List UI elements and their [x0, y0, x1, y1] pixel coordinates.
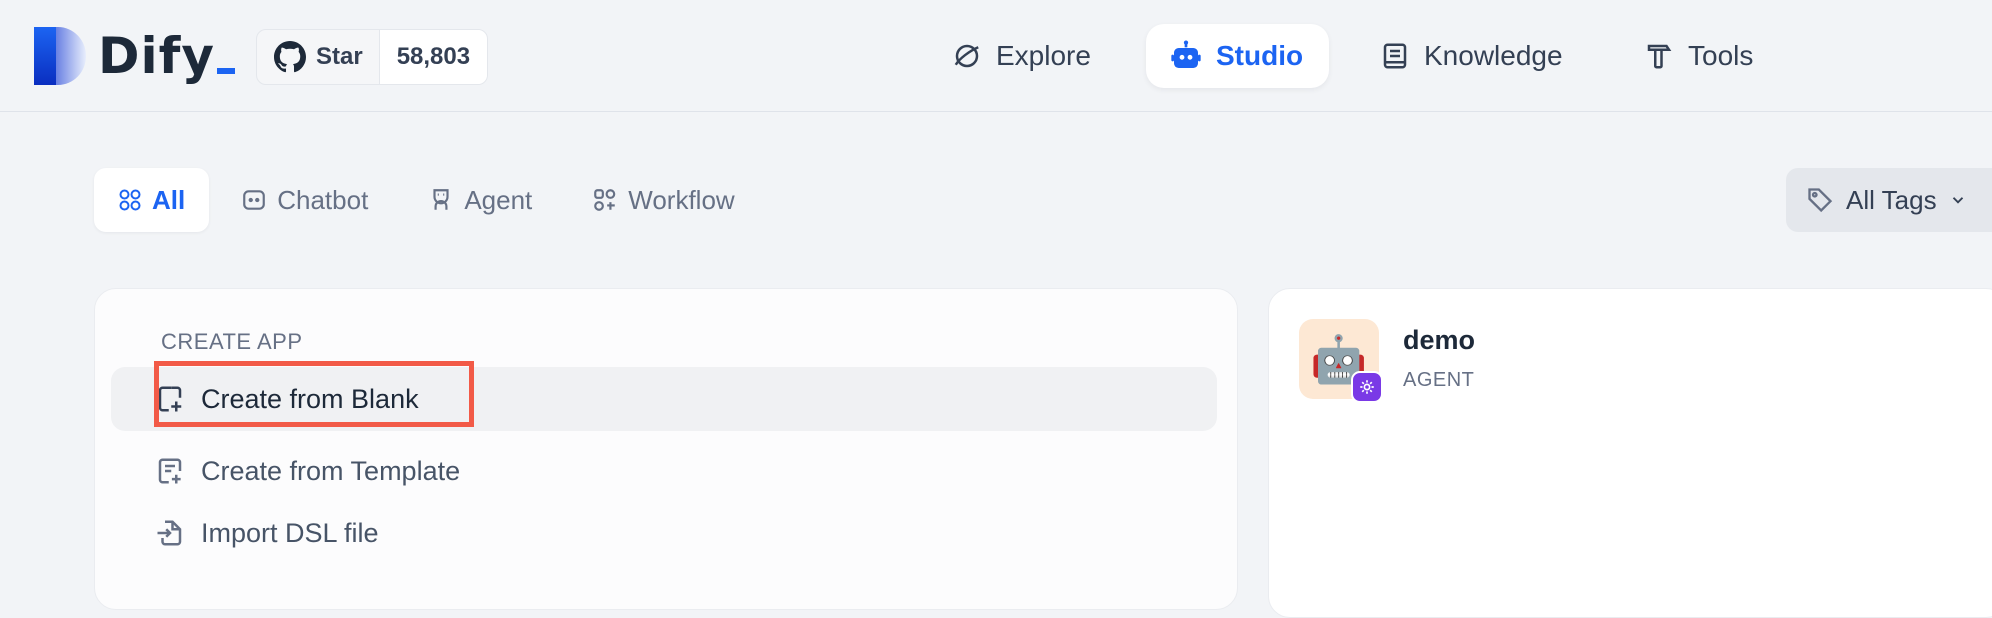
book-icon	[1383, 43, 1407, 69]
agent-icon	[433, 189, 449, 210]
tag-icon	[1808, 188, 1833, 213]
agent-badge-icon	[1351, 371, 1383, 403]
create-from-template-label: Create from Template	[201, 455, 461, 486]
nav-studio[interactable]: Studio	[1146, 24, 1329, 88]
github-star-count: 58,803	[378, 30, 488, 84]
all-tags-label: All Tags	[1846, 184, 1937, 215]
app-name: demo	[1403, 325, 1476, 355]
import-dsl-button[interactable]: Import DSL file	[111, 501, 1217, 565]
nav-explore[interactable]: Explore	[928, 24, 1115, 88]
app-type: AGENT	[1403, 369, 1475, 391]
highlight-box	[154, 361, 474, 427]
robot-icon	[1171, 40, 1201, 68]
template-icon	[158, 458, 182, 484]
create-app-title: CREATE APP	[161, 329, 303, 354]
chat-bubble-icon	[243, 190, 266, 210]
app-type-tabs: All Chatbot Agent Workflow	[94, 168, 759, 232]
hammer-icon	[1647, 44, 1672, 69]
workflow-icon	[594, 189, 616, 211]
dify-logo[interactable]: Dify	[34, 26, 235, 86]
all-tags-dropdown[interactable]: All Tags	[1786, 168, 1992, 232]
github-star-label: Star	[316, 43, 363, 70]
create-from-template-button[interactable]: Create from Template	[111, 439, 1217, 503]
tab-workflow[interactable]: Workflow	[568, 168, 758, 232]
import-file-icon	[157, 520, 182, 546]
chevron-down-icon	[1952, 197, 1963, 204]
app-card-demo[interactable]: 🤖 demo AGENT	[1268, 288, 1992, 618]
tab-all-label: All	[152, 184, 186, 215]
logo-underscore	[217, 68, 235, 74]
explore-icon	[954, 44, 979, 68]
logo-text: Dify	[98, 27, 215, 85]
gear-icon	[1360, 380, 1374, 394]
import-dsl-label: Import DSL file	[201, 517, 379, 548]
nav-explore-label: Explore	[996, 40, 1091, 71]
nav-knowledge-label: Knowledge	[1424, 40, 1563, 71]
nav-tools-label: Tools	[1688, 40, 1754, 71]
tab-workflow-label: Workflow	[628, 184, 735, 215]
github-star-widget[interactable]: Star 58,803	[256, 29, 489, 85]
tab-agent-label: Agent	[464, 184, 533, 215]
top-header: Dify Star 58,803 Explore Studio Knowledg…	[0, 0, 1992, 112]
grid-icon	[119, 189, 141, 211]
github-icon	[274, 41, 306, 73]
nav-studio-label: Studio	[1216, 40, 1304, 71]
create-app-card: CREATE APP Create from Blank Create from…	[94, 288, 1238, 610]
tab-all[interactable]: All	[94, 168, 210, 232]
github-star-button[interactable]: Star	[257, 30, 379, 84]
tab-agent[interactable]: Agent	[404, 168, 556, 232]
tab-chatbot[interactable]: Chatbot	[217, 168, 392, 232]
nav-tools[interactable]: Tools	[1620, 24, 1777, 88]
tab-chatbot-label: Chatbot	[277, 184, 369, 215]
dify-logo-icon	[34, 27, 86, 85]
nav-knowledge[interactable]: Knowledge	[1356, 24, 1587, 88]
